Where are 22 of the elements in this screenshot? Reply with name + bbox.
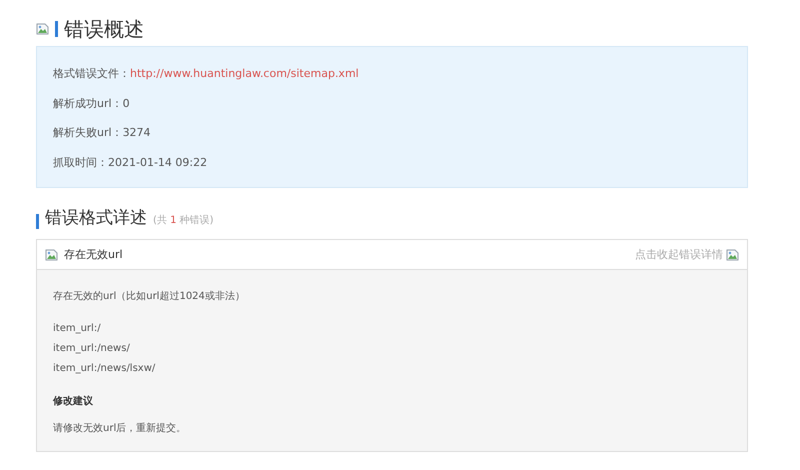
broken-image-icon: [36, 23, 49, 35]
field-label: 解析成功url：: [53, 96, 123, 111]
invalid-url: item_url:/: [53, 322, 101, 334]
section-title: 错误格式详述: [45, 207, 147, 229]
field-value: 2021-01-14 09:22: [108, 156, 208, 169]
field-label: 格式错误文件：: [53, 66, 130, 82]
field-value: 0: [122, 96, 130, 110]
invalid-url: item_url:/news/lsxw/: [53, 362, 156, 374]
section-title: 错误概述: [64, 16, 144, 42]
advice-text: 请修改无效url后，重新提交。: [53, 422, 186, 434]
error-count: (共 1 种错误): [153, 214, 214, 227]
field-label: 解析失败url：: [53, 125, 123, 140]
field-value: 3274: [122, 126, 151, 140]
advice-title: 修改建议: [53, 394, 93, 408]
error-name: 存在无效url: [64, 247, 124, 262]
invalid-url: item_url:/news/: [53, 342, 130, 354]
error-description: 存在无效的url（比如url超过1024或非法）: [53, 290, 245, 302]
broken-image-icon: [726, 248, 739, 260]
file-link[interactable]: http://www.huantinglaw.com/sitemap.xml: [130, 67, 359, 80]
broken-image-icon: [45, 248, 58, 260]
collapse-link[interactable]: 点击收起错误详情: [635, 247, 739, 262]
field-label: 抓取时间：: [53, 154, 108, 170]
